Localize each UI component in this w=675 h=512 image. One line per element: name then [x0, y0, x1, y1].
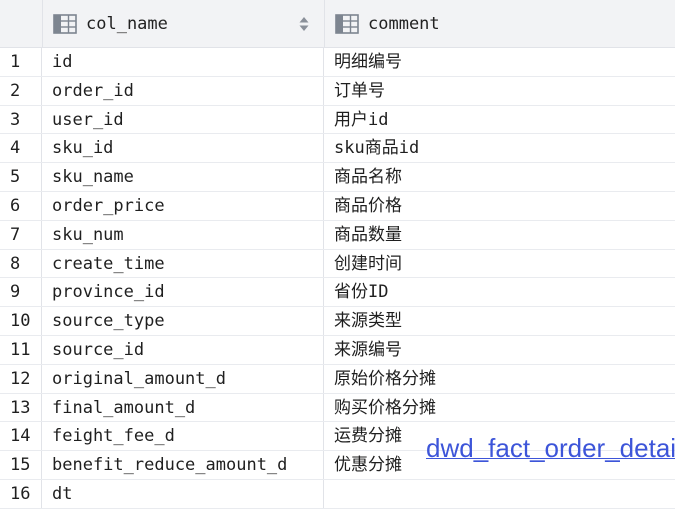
cell-comment[interactable]: 用户id [325, 106, 675, 134]
row-number: 4 [0, 134, 42, 163]
grid-header: col_name comment [0, 0, 675, 48]
row-number: 6 [0, 191, 42, 220]
table-row[interactable]: 2 order_id 订单号 [0, 76, 675, 106]
row-number: 16 [0, 479, 42, 508]
cell-col-name[interactable]: original_amount_d [43, 364, 324, 393]
row-number: 8 [0, 249, 42, 278]
cell-col-name[interactable]: dt [43, 479, 324, 508]
cell-comment[interactable]: 来源类型 [325, 307, 675, 335]
cell-comment[interactable]: 商品名称 [325, 163, 675, 191]
cell-col-name[interactable]: source_type [43, 307, 324, 335]
cell-comment[interactable]: 省份ID [325, 278, 675, 306]
column-header-label: comment [368, 13, 440, 34]
table-row[interactable]: 11 source_id 来源编号 [0, 335, 675, 365]
cell-col-name[interactable]: benefit_reduce_amount_d [43, 451, 324, 479]
column-header-comment[interactable]: comment [325, 0, 675, 47]
row-number: 14 [0, 422, 42, 451]
cell-comment[interactable]: 明细编号 [325, 48, 675, 76]
cell-comment[interactable]: 创建时间 [325, 250, 675, 278]
cell-comment[interactable]: 商品数量 [325, 221, 675, 249]
row-number: 11 [0, 335, 42, 364]
table-row[interactable]: 1 id 明细编号 [0, 48, 675, 77]
row-number: 5 [0, 163, 42, 191]
table-column-icon [335, 13, 359, 34]
cell-comment[interactable]: sku商品id [325, 134, 675, 162]
table-row[interactable]: 12 original_amount_d 原始价格分摊 [0, 364, 675, 394]
results-grid: col_name comment 1 id 明细编号 2 order_id 订单… [0, 0, 675, 512]
cell-col-name[interactable]: sku_num [43, 220, 324, 249]
table-row[interactable]: 13 final_amount_d 购买价格分摊 [0, 393, 675, 423]
cell-col-name[interactable]: feight_fee_d [43, 422, 324, 451]
cell-col-name[interactable]: id [43, 48, 324, 76]
table-row[interactable]: 3 user_id 用户id [0, 105, 675, 135]
row-number: 3 [0, 105, 42, 134]
row-number: 12 [0, 364, 42, 393]
table-row[interactable]: 10 source_type 来源类型 [0, 307, 675, 336]
column-header-col-name[interactable]: col_name [43, 0, 325, 47]
table-row[interactable]: 16 dt [0, 479, 675, 509]
table-row[interactable]: 4 sku_id sku商品id [0, 134, 675, 164]
cell-comment[interactable] [325, 480, 675, 508]
cell-col-name[interactable]: sku_name [43, 163, 324, 191]
column-header-label: col_name [86, 13, 168, 34]
row-number: 2 [0, 76, 42, 105]
cell-comment[interactable]: 订单号 [325, 77, 675, 105]
row-number-header [0, 0, 43, 47]
row-number: 10 [0, 307, 42, 335]
cell-col-name[interactable]: sku_id [43, 134, 324, 163]
table-row[interactable]: 8 create_time 创建时间 [0, 249, 675, 279]
sort-updown-icon[interactable] [298, 15, 310, 33]
cell-comment[interactable]: 来源编号 [325, 336, 675, 364]
cell-col-name[interactable]: create_time [43, 249, 324, 278]
cell-comment[interactable]: 原始价格分摊 [325, 365, 675, 393]
cell-comment[interactable]: 购买价格分摊 [325, 394, 675, 422]
row-number: 7 [0, 220, 42, 249]
cell-comment[interactable]: 商品价格 [325, 192, 675, 220]
row-number: 13 [0, 393, 42, 422]
cell-col-name[interactable]: source_id [43, 335, 324, 364]
table-row[interactable]: 9 province_id 省份ID [0, 278, 675, 308]
table-name-overlay: dwd_fact_order_detail [426, 433, 675, 463]
cell-col-name[interactable]: order_price [43, 191, 324, 220]
row-number: 15 [0, 451, 42, 479]
cell-col-name[interactable]: province_id [43, 278, 324, 307]
cell-col-name[interactable]: order_id [43, 76, 324, 105]
table-row[interactable]: 6 order_price 商品价格 [0, 191, 675, 221]
row-number: 1 [0, 48, 42, 76]
cell-col-name[interactable]: final_amount_d [43, 393, 324, 422]
table-row[interactable]: 5 sku_name 商品名称 [0, 163, 675, 192]
row-number: 9 [0, 278, 42, 307]
cell-col-name[interactable]: user_id [43, 105, 324, 134]
table-row[interactable]: 7 sku_num 商品数量 [0, 220, 675, 250]
table-column-icon [53, 13, 77, 34]
